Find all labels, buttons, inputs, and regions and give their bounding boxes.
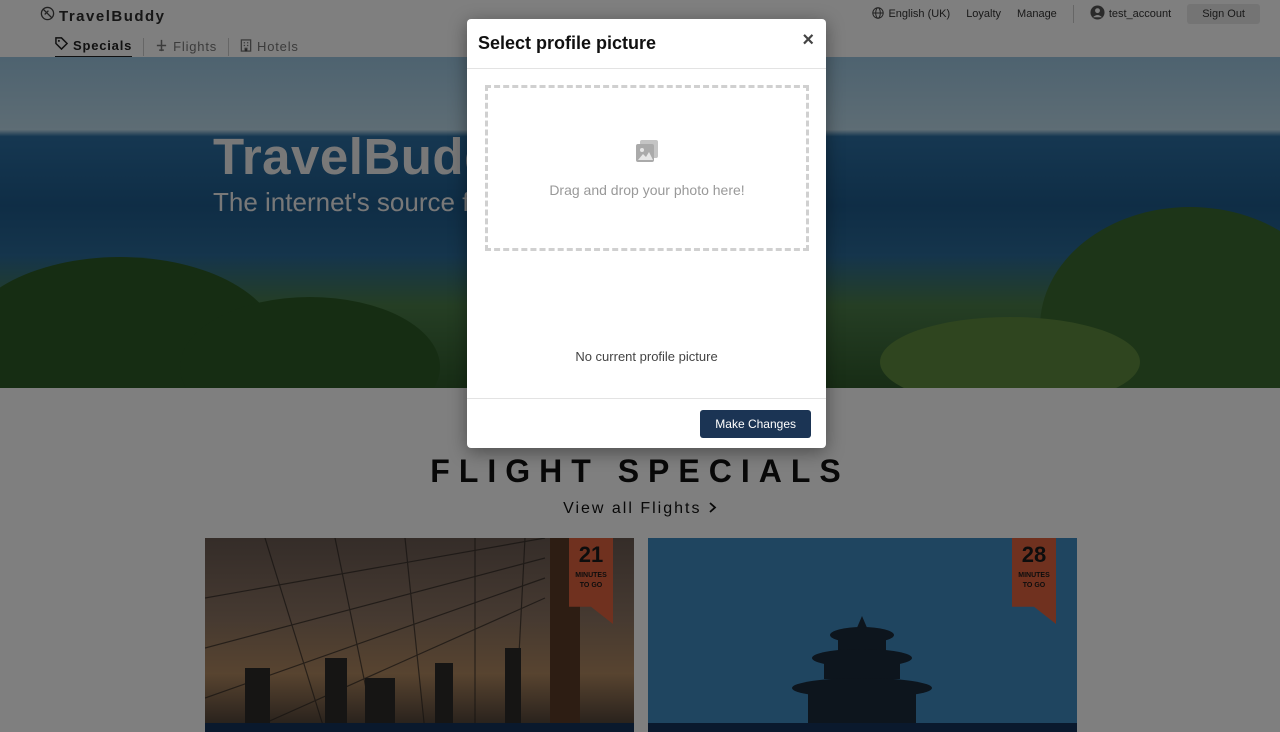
image-icon — [635, 139, 659, 168]
photo-dropzone[interactable]: Drag and drop your photo here! — [485, 85, 809, 251]
profile-picture-modal: Select profile picture × Drag and drop y… — [467, 19, 826, 448]
dropzone-text: Drag and drop your photo here! — [549, 181, 745, 198]
close-button[interactable]: × — [802, 30, 814, 50]
modal-footer: Make Changes — [467, 398, 826, 449]
current-picture-status: No current profile picture — [575, 349, 718, 364]
modal-title: Select profile picture — [478, 33, 657, 53]
modal-header: Select profile picture × — [467, 19, 826, 69]
make-changes-button[interactable]: Make Changes — [700, 410, 811, 438]
